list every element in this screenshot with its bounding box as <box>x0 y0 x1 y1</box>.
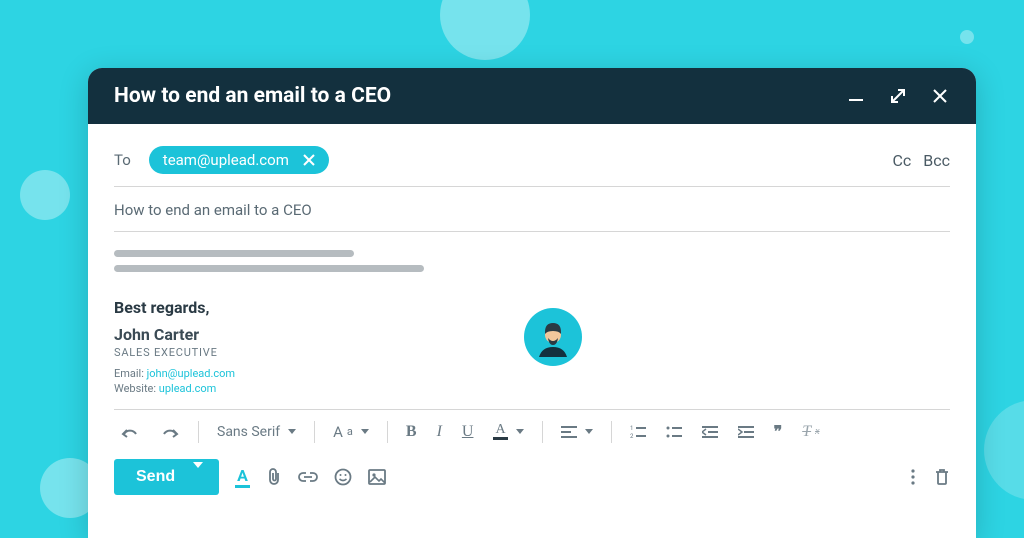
discard-button[interactable] <box>934 468 950 486</box>
more-button[interactable] <box>910 469 916 485</box>
expand-button[interactable] <box>888 86 908 106</box>
clear-formatting-button[interactable]: Tx <box>796 419 825 445</box>
text-color-action[interactable]: A <box>235 466 250 488</box>
to-label: To <box>114 151 131 169</box>
svg-text:1: 1 <box>630 425 633 432</box>
attach-button[interactable] <box>266 467 282 487</box>
image-button[interactable] <box>368 469 386 485</box>
indent-less-button[interactable] <box>696 421 724 443</box>
email-body[interactable]: Best regards, John Carter SALES EXECUTIV… <box>114 232 950 395</box>
undo-button[interactable] <box>114 420 146 444</box>
remove-recipient-icon[interactable] <box>303 154 315 166</box>
font-size-select[interactable]: Aa <box>327 419 375 445</box>
signature-block: Best regards, John Carter SALES EXECUTIV… <box>114 298 950 395</box>
bullet-list-button[interactable] <box>660 421 688 443</box>
recipient-email: team@uplead.com <box>163 151 289 169</box>
bcc-button[interactable]: Bcc <box>923 151 950 170</box>
window-title: How to end an email to a CEO <box>114 84 391 108</box>
bold-button[interactable]: B <box>400 419 423 445</box>
quote-button[interactable]: ❞ <box>768 418 789 445</box>
subject-field[interactable]: How to end an email to a CEO <box>114 187 950 232</box>
text-color-button[interactable]: A <box>487 419 529 444</box>
emoji-button[interactable] <box>334 468 352 486</box>
bottom-bar: Send A <box>114 453 950 495</box>
cc-button[interactable]: Cc <box>892 151 911 170</box>
svg-text:2: 2 <box>630 433 634 439</box>
link-button[interactable] <box>298 471 318 483</box>
signature-website-link[interactable]: uplead.com <box>159 382 217 395</box>
italic-button[interactable]: I <box>431 419 448 445</box>
formatting-toolbar: Sans Serif Aa B I U A 12 <box>114 409 950 453</box>
underline-button[interactable]: U <box>456 419 480 445</box>
titlebar: How to end an email to a CEO <box>88 68 976 124</box>
font-family-select[interactable]: Sans Serif <box>211 420 302 444</box>
signature-email-link[interactable]: john@uplead.com <box>147 367 235 380</box>
recipient-chip[interactable]: team@uplead.com <box>149 146 329 174</box>
send-button[interactable]: Send <box>114 459 219 495</box>
numbered-list-button[interactable]: 12 <box>624 421 652 443</box>
signature-website-label: Website: <box>114 382 156 395</box>
align-button[interactable] <box>555 421 599 443</box>
body-placeholder-line <box>114 250 354 257</box>
signature-email-label: Email: <box>114 367 144 380</box>
body-placeholder-line <box>114 265 424 272</box>
close-button[interactable] <box>930 86 950 106</box>
compose-window: How to end an email to a CEO To team@upl… <box>88 68 976 538</box>
minimize-button[interactable] <box>846 86 866 106</box>
recipients-row[interactable]: To team@uplead.com Cc Bcc <box>114 142 950 187</box>
indent-more-button[interactable] <box>732 421 760 443</box>
avatar <box>524 308 582 366</box>
redo-button[interactable] <box>154 420 186 444</box>
